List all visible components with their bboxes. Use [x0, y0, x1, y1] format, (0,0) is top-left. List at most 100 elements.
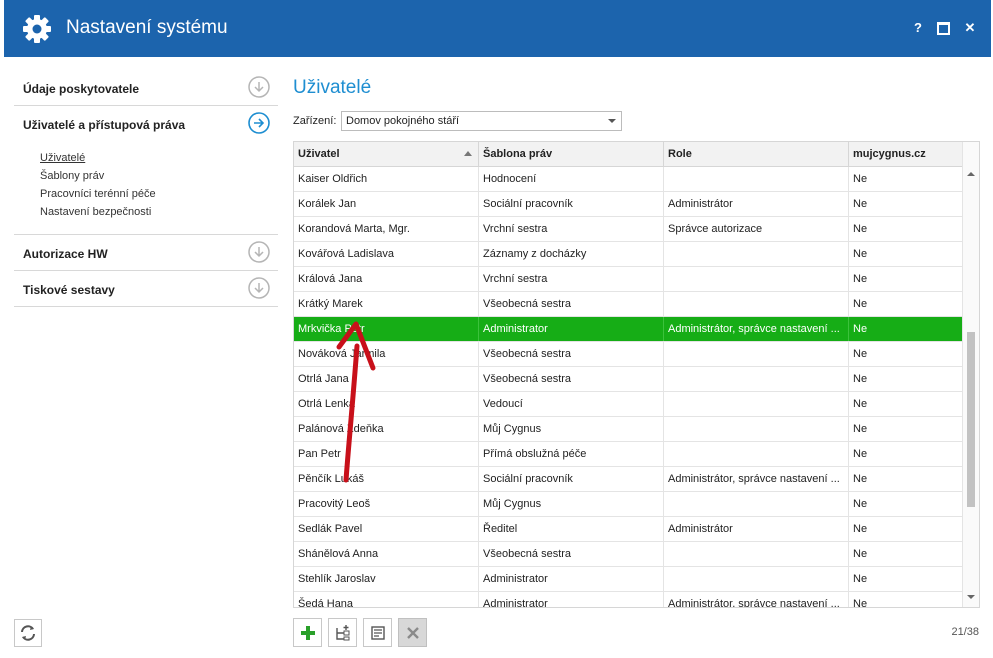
template-cell: Administrator — [479, 567, 664, 591]
table-row[interactable]: Palánová Zdeňka Můj Cygnus Ne — [294, 417, 963, 442]
edit-icon — [371, 626, 385, 640]
role-cell — [664, 367, 849, 391]
role-cell: Administrátor — [664, 192, 849, 216]
sidebar-item-users[interactable]: Uživatelé — [40, 149, 278, 167]
user-cell: Otrlá Jana — [294, 367, 479, 391]
facility-value: Domov pokojného stáří — [346, 115, 460, 127]
facility-select[interactable]: Domov pokojného stáří — [341, 111, 622, 131]
sidebar-item-field-workers[interactable]: Pracovníci terénní péče — [40, 185, 278, 203]
scroll-down-icon[interactable] — [967, 595, 975, 599]
table-row[interactable]: Pěnčík Lukáš Sociální pracovník Administrá… — [294, 467, 963, 492]
user-cell: Kaiser Oldřich — [294, 167, 479, 191]
template-cell: Přímá obslužná péče — [479, 442, 664, 466]
table-row[interactable]: Stehlík Jaroslav Administrator Ne — [294, 567, 963, 592]
page-title: Uživatelé — [293, 77, 372, 98]
mujcygnus-cell: Ne — [849, 492, 963, 516]
column-header-template[interactable]: Šablona práv — [479, 142, 664, 166]
help-icon[interactable]: ? — [911, 20, 925, 36]
scrollbar-thumb[interactable] — [967, 332, 975, 507]
gear-icon — [23, 15, 51, 43]
user-cell: Mrkvička Petr — [294, 317, 479, 341]
table-row[interactable]: Mrkvička Petr Administrator Administrátor,… — [294, 317, 963, 342]
sidebar-section-label: Uživatelé a přístupová práva — [23, 118, 186, 132]
refresh-button[interactable] — [14, 619, 42, 647]
sidebar-section-provider[interactable]: Údaje poskytovatele — [14, 70, 278, 106]
sort-ascending-icon — [464, 151, 472, 156]
sidebar-section-label: Údaje poskytovatele — [23, 82, 140, 96]
table-row[interactable]: Krátký Marek Všeobecná sestra Ne — [294, 292, 963, 317]
role-cell — [664, 567, 849, 591]
table-row[interactable]: Kaiser Oldřich Hodnocení Ne — [294, 167, 963, 192]
edit-button[interactable] — [363, 618, 392, 647]
chevron-down-circle-icon[interactable] — [248, 76, 270, 98]
sidebar-item-security[interactable]: Nastavení bezpečnosti — [40, 203, 278, 221]
table-row[interactable]: Otrlá Jana Všeobecná sestra Ne — [294, 367, 963, 392]
user-cell: Otrlá Lenka — [294, 392, 479, 416]
template-cell: Všeobecná sestra — [479, 342, 664, 366]
arrow-right-circle-icon[interactable] — [248, 112, 270, 134]
role-cell — [664, 442, 849, 466]
table-row[interactable]: Kovářová Ladislava Záznamy z docházky Ne — [294, 242, 963, 267]
mujcygnus-cell: Ne — [849, 317, 963, 341]
close-icon[interactable]: ✕ — [963, 20, 977, 36]
sidebar-section-reports[interactable]: Tiskové sestavy — [14, 271, 278, 307]
sidebar: Údaje poskytovatele Uživatelé a přístupo… — [14, 70, 278, 307]
chevron-down-circle-icon[interactable] — [248, 241, 270, 263]
table-row[interactable]: Korálek Jan Sociální pracovník Administrát… — [294, 192, 963, 217]
sidebar-section-hw-auth[interactable]: Autorizace HW — [14, 235, 278, 271]
user-cell: Stehlík Jaroslav — [294, 567, 479, 591]
add-button[interactable] — [293, 618, 322, 647]
table-row[interactable]: Otrlá Lenka Vedoucí Ne — [294, 392, 963, 417]
vertical-scrollbar[interactable] — [962, 142, 979, 607]
role-cell — [664, 242, 849, 266]
sidebar-item-templates[interactable]: Šablony práv — [40, 167, 278, 185]
role-cell: Administrátor — [664, 517, 849, 541]
sidebar-section-users[interactable]: Uživatelé a přístupová práva — [14, 106, 278, 141]
table-row[interactable]: Králová Jana Vrchní sestra Ne — [294, 267, 963, 292]
chevron-down-circle-icon[interactable] — [248, 277, 270, 299]
mujcygnus-cell: Ne — [849, 517, 963, 541]
table-row[interactable]: Pracovitý Leoš Můj Cygnus Ne — [294, 492, 963, 517]
template-cell: Záznamy z docházky — [479, 242, 664, 266]
delete-button[interactable] — [398, 618, 427, 647]
column-header-mujcygnus[interactable]: mujcygnus.cz — [849, 142, 963, 166]
template-cell: Všeobecná sestra — [479, 292, 664, 316]
column-header-role[interactable]: Role — [664, 142, 849, 166]
mujcygnus-cell: Ne — [849, 567, 963, 591]
mujcygnus-cell: Ne — [849, 392, 963, 416]
user-cell: Pan Petr — [294, 442, 479, 466]
mujcygnus-cell: Ne — [849, 192, 963, 216]
user-cell: Shánělová Anna — [294, 542, 479, 566]
mujcygnus-cell: Ne — [849, 267, 963, 291]
add-from-template-icon — [336, 625, 350, 641]
role-cell: Administrátor, správce nastavení ... — [664, 317, 849, 341]
template-cell: Sociální pracovník — [479, 467, 664, 491]
template-cell: Ředitel — [479, 517, 664, 541]
role-cell: Administrátor, správce nastavení ... — [664, 467, 849, 491]
title-bar: Nastavení systému ? ✕ — [4, 0, 991, 57]
scroll-up-icon[interactable] — [967, 172, 975, 176]
table-row[interactable]: Shánělová Anna Všeobecná sestra Ne — [294, 542, 963, 567]
grid-header: Uživatel Šablona práv Role mujcygnus.cz — [294, 142, 963, 167]
user-cell: Pracovitý Leoš — [294, 492, 479, 516]
users-grid: Uživatel Šablona práv Role mujcygnus.cz … — [293, 141, 980, 608]
user-cell: Korandová Marta, Mgr. — [294, 217, 479, 241]
column-header-user[interactable]: Uživatel — [294, 142, 479, 166]
add-from-template-button[interactable] — [328, 618, 357, 647]
maximize-button[interactable] — [937, 20, 951, 36]
template-cell: Vrchní sestra — [479, 217, 664, 241]
user-cell: Sedlák Pavel — [294, 517, 479, 541]
chevron-down-icon — [608, 119, 616, 123]
table-row[interactable]: Sedlák Pavel Ředitel Administrátor Ne — [294, 517, 963, 542]
table-row[interactable]: Šedá Hana Administrator Administrátor, spr… — [294, 592, 963, 607]
mujcygnus-cell: Ne — [849, 417, 963, 441]
table-row[interactable]: Pan Petr Přímá obslužná péče Ne — [294, 442, 963, 467]
mujcygnus-cell: Ne — [849, 467, 963, 491]
template-cell: Administrator — [479, 592, 664, 607]
template-cell: Můj Cygnus — [479, 492, 664, 516]
template-cell: Všeobecná sestra — [479, 542, 664, 566]
delete-icon — [407, 627, 419, 639]
table-row[interactable]: Nováková Jarmila Všeobecná sestra Ne — [294, 342, 963, 367]
table-row[interactable]: Korandová Marta, Mgr. Vrchní sestra Správc… — [294, 217, 963, 242]
role-cell — [664, 417, 849, 441]
